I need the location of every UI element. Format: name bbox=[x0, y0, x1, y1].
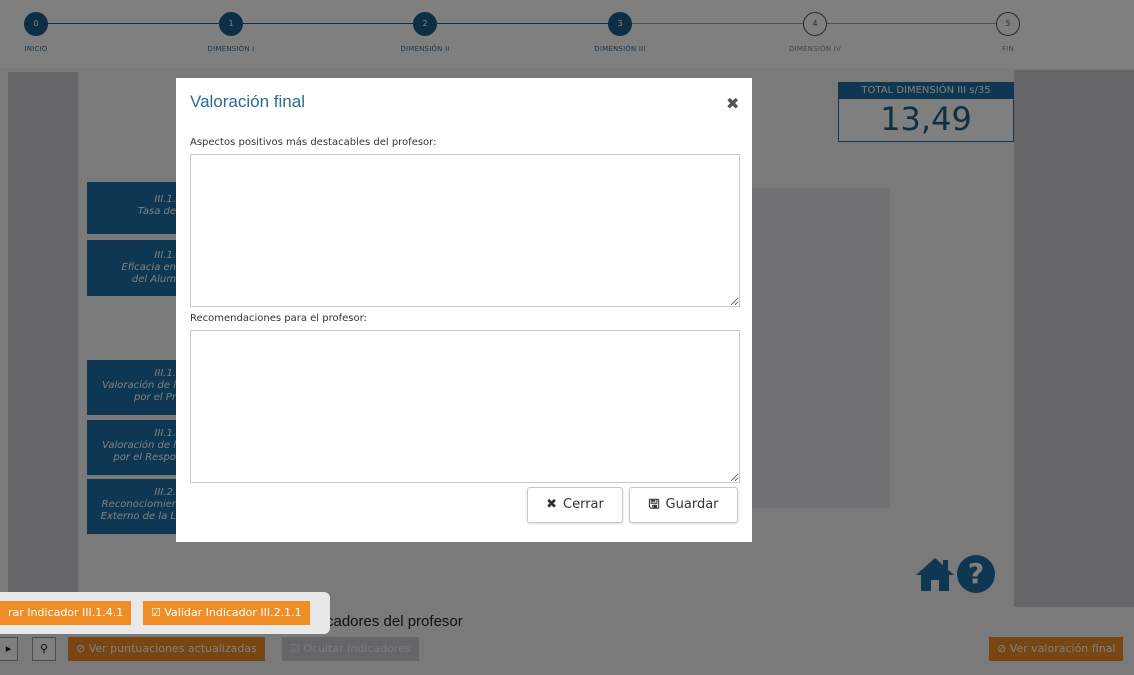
save-icon: 🖫 bbox=[648, 497, 660, 512]
validar-indicador-button[interactable]: rar Indicador III.1.4.1 bbox=[0, 601, 132, 625]
positivos-textarea[interactable] bbox=[190, 154, 740, 307]
modal-title: Valoración final bbox=[190, 92, 305, 111]
cerrar-label: Cerrar bbox=[563, 497, 604, 512]
guardar-button[interactable]: 🖫 Guardar bbox=[629, 487, 738, 523]
guardar-label: Guardar bbox=[665, 497, 719, 512]
cerrar-button[interactable]: ✖ Cerrar bbox=[527, 487, 623, 523]
validar-label: Validar Indicador III.2.1.1 bbox=[164, 606, 302, 619]
valoracion-final-modal: Valoración final ✖ Aspectos positivos má… bbox=[176, 78, 752, 542]
edit-icon: ☑ bbox=[151, 606, 165, 619]
validar-indicador-button[interactable]: ☑ Validar Indicador III.2.1.1 bbox=[143, 601, 310, 625]
recomendaciones-label: Recomendaciones para el profesor: bbox=[190, 313, 367, 324]
recomendaciones-textarea[interactable] bbox=[190, 330, 740, 483]
close-icon: ✖ bbox=[546, 497, 558, 512]
validation-tray: rar Indicador III.1.4.1 ☑ Validar Indica… bbox=[0, 592, 330, 634]
positivos-label: Aspectos positivos más destacables del p… bbox=[190, 137, 437, 148]
validar-label: rar Indicador III.1.4.1 bbox=[8, 606, 124, 619]
close-icon[interactable]: ✖ bbox=[726, 94, 739, 113]
